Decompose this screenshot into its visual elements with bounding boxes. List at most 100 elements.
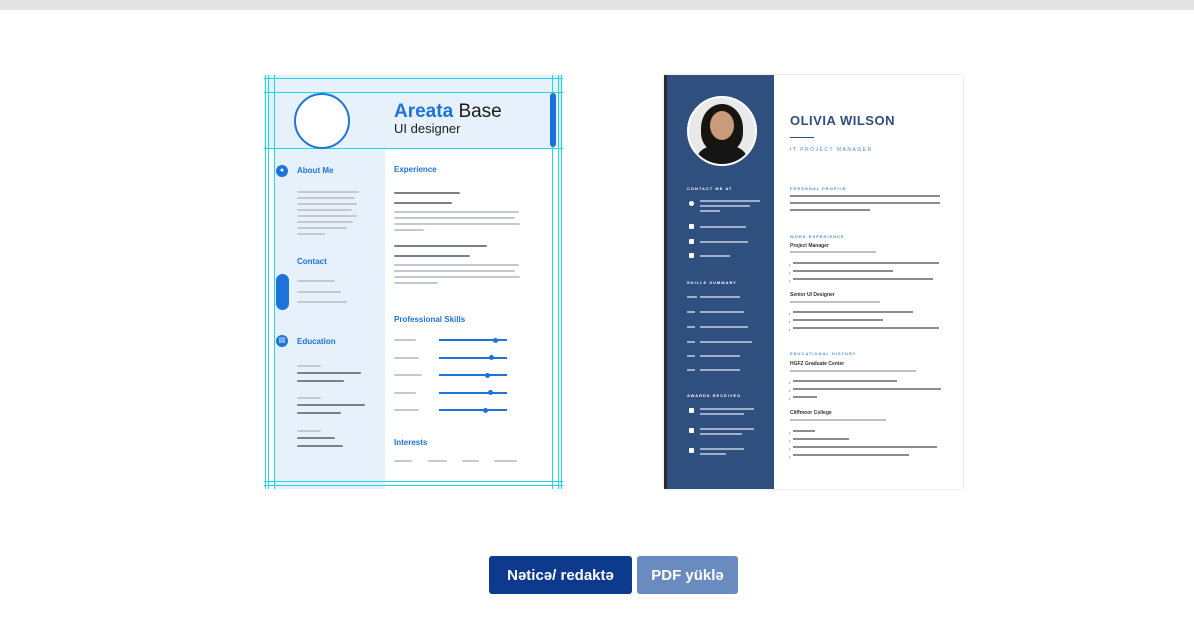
guide-line bbox=[264, 78, 563, 79]
resume-name: OLIVIA WILSON bbox=[790, 113, 895, 128]
text-line bbox=[700, 408, 754, 410]
guide-line bbox=[265, 75, 266, 489]
guide-line bbox=[264, 481, 563, 482]
section-education: Education bbox=[297, 337, 336, 346]
section-contact: Contact bbox=[297, 257, 327, 266]
school-subtitle bbox=[790, 370, 916, 372]
text-line bbox=[394, 217, 515, 219]
text-line bbox=[394, 276, 520, 278]
skill-line bbox=[700, 296, 740, 298]
skill-level-dot bbox=[492, 337, 498, 343]
text-line bbox=[297, 430, 321, 432]
accent-tab bbox=[550, 93, 556, 147]
guide-line bbox=[274, 75, 275, 489]
resume-title: IT PROJECT MANAGER bbox=[790, 147, 873, 153]
text-line bbox=[700, 433, 742, 435]
guide-line bbox=[264, 92, 563, 93]
text-line bbox=[297, 221, 353, 223]
section-about: About Me bbox=[297, 166, 334, 175]
job-title: Project Manager bbox=[790, 243, 829, 249]
guide-line bbox=[264, 148, 563, 149]
text-line bbox=[394, 282, 438, 284]
skill-dots bbox=[687, 341, 695, 343]
skill-bar bbox=[439, 372, 507, 378]
interest-item bbox=[394, 460, 412, 462]
skill-dots bbox=[687, 369, 695, 371]
skill-dots bbox=[687, 311, 695, 313]
bullet-line bbox=[789, 388, 941, 392]
side-header-contact: CONTACT ME AT bbox=[687, 186, 733, 191]
header-work: WORK EXPERIENCE bbox=[790, 234, 845, 239]
resume-template-1[interactable]: Areata Base UI designer ● About Me Conta… bbox=[264, 75, 563, 489]
text-line bbox=[790, 202, 940, 204]
skill-line bbox=[700, 355, 740, 357]
skill-line bbox=[700, 341, 752, 343]
school-name: Cliffmoor College bbox=[790, 410, 832, 416]
phone-icon bbox=[689, 224, 694, 229]
photo-body bbox=[697, 144, 747, 164]
skill-dots bbox=[687, 355, 695, 357]
text-line bbox=[700, 205, 750, 207]
text-line bbox=[700, 428, 754, 430]
text-line bbox=[394, 245, 487, 247]
user-icon: ● bbox=[276, 165, 288, 177]
text-line bbox=[394, 202, 452, 204]
resume-template-2[interactable]: CONTACT ME AT SKILLS SUMMARY AWARDS RECE… bbox=[664, 75, 963, 489]
bullet-line bbox=[789, 262, 939, 266]
skill-bar bbox=[439, 390, 507, 395]
contact-icons bbox=[276, 274, 289, 310]
skill-bar bbox=[439, 355, 507, 360]
sidebar-edge bbox=[664, 75, 667, 489]
text-line bbox=[394, 264, 519, 266]
pdf-download-button[interactable]: PDF yüklə bbox=[637, 556, 738, 594]
bullet-line bbox=[789, 327, 939, 331]
book-icon: ▤ bbox=[276, 335, 288, 347]
profile-photo bbox=[687, 96, 757, 166]
header-education: EDUCATIONAL HISTORY bbox=[790, 351, 857, 356]
social-icon bbox=[689, 253, 694, 258]
text-line bbox=[394, 192, 460, 194]
skill-dots bbox=[687, 326, 695, 328]
side-header-awards: AWARDS RECEIVED bbox=[687, 393, 742, 398]
skill-label bbox=[394, 391, 416, 394]
text-line bbox=[297, 404, 365, 406]
school-subtitle bbox=[790, 419, 886, 421]
skill-level-dot bbox=[487, 390, 493, 395]
text-line bbox=[700, 453, 726, 455]
guide-line bbox=[558, 75, 559, 489]
text-line bbox=[297, 365, 321, 367]
skill-line bbox=[700, 326, 748, 328]
text-line bbox=[297, 227, 347, 229]
section-experience: Experience bbox=[394, 165, 437, 174]
text-line bbox=[700, 226, 746, 228]
text-line bbox=[394, 229, 424, 231]
text-line bbox=[700, 210, 720, 212]
guide-line bbox=[264, 485, 563, 486]
guide-line bbox=[268, 75, 269, 489]
text-line bbox=[394, 255, 470, 257]
bullet-line bbox=[789, 396, 817, 400]
text-line bbox=[790, 195, 940, 197]
text-line bbox=[700, 200, 760, 202]
text-line bbox=[700, 241, 748, 243]
bullet-line bbox=[789, 446, 937, 450]
text-line bbox=[700, 448, 744, 450]
skill-bar bbox=[439, 337, 507, 343]
bullet-line bbox=[789, 438, 849, 442]
skill-dots bbox=[687, 296, 697, 298]
bullet-line bbox=[789, 311, 913, 315]
bullet-line bbox=[789, 430, 815, 434]
text-line bbox=[297, 380, 344, 382]
text-line bbox=[297, 372, 361, 374]
text-line bbox=[297, 445, 343, 447]
skill-level-dot bbox=[484, 372, 490, 378]
bullet-line bbox=[789, 278, 933, 282]
interest-item bbox=[462, 460, 479, 462]
profile-photo-placeholder bbox=[294, 93, 350, 149]
skill-label bbox=[394, 339, 416, 341]
result-edit-button[interactable]: Nəticə/ redaktə bbox=[489, 556, 632, 594]
skill-level-dot bbox=[488, 355, 494, 360]
text-line bbox=[297, 197, 355, 199]
school-name: HGFZ Graduate Center bbox=[790, 361, 845, 367]
resume-name: Areata Base bbox=[394, 101, 502, 122]
